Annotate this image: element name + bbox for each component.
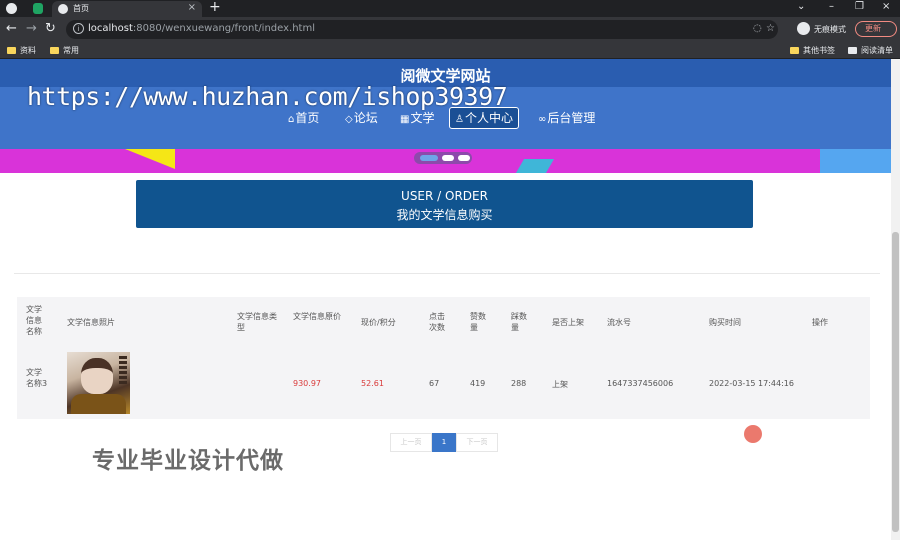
banner-title-cn: 我的文学信息购买 (396, 208, 493, 222)
cell-original-price: 930.97 (293, 379, 321, 388)
overlay-ad-text: 专业毕业设计代做 (92, 448, 284, 474)
minimize-icon[interactable]: – (829, 1, 834, 12)
col-header-on-shelf: 是否上架 (552, 318, 584, 327)
home-icon: ⌂ (288, 114, 295, 125)
pager-prev-button[interactable]: 上一页 (390, 433, 432, 452)
pinned-tab-sheets-icon[interactable] (33, 3, 43, 14)
divider (14, 273, 880, 274)
col-header-photo: 文学信息照片 (67, 318, 115, 327)
browser-tab-strip: 首页 × + ⌄ – ❐ × (0, 0, 900, 17)
tab-list-chevron-icon[interactable]: ⌄ (797, 1, 805, 12)
star-bookmark-icon[interactable]: ☆ (766, 23, 775, 34)
nav-item-admin[interactable]: ∞后台管理 (533, 107, 600, 129)
browser-tab-active[interactable]: 首页 × (52, 1, 202, 17)
cell-serial: 1647337456006 (607, 379, 674, 388)
page-viewport: 阅微文学网站 https://www.huzhan.com/ishop39397… (0, 59, 891, 540)
order-table: 文学信息名称 文学信息照片 文学信息类型 文学信息原价 现价/积分 点击次数 赞… (17, 297, 870, 443)
bookmark-folder[interactable]: 常用 (50, 45, 79, 56)
address-toolbar: ← → ↻ i localhost:8080/wenxuewang/front/… (0, 17, 900, 42)
bookmark-folder-other[interactable]: 其他书签 (790, 45, 835, 56)
user-icon: ♙ (455, 114, 464, 125)
folder-icon (7, 47, 16, 54)
url-input[interactable]: i localhost:8080/wenxuewang/front/index.… (66, 20, 778, 39)
banner-title-en: USER / ORDER (401, 189, 488, 203)
close-icon[interactable]: × (188, 2, 196, 13)
col-header-clicks: 点击次数 (429, 312, 445, 332)
carousel-indicators (414, 152, 472, 164)
col-header-action: 操作 (812, 318, 828, 327)
incognito-label: 无痕模式 (814, 25, 846, 34)
nav-item-home[interactable]: ⌂首页 (283, 107, 324, 129)
tab-title: 首页 (73, 4, 89, 13)
cell-dislikes: 288 (511, 379, 527, 388)
tag-icon: ◇ (345, 114, 353, 125)
url-text: localhost:8080/wenxuewang/front/index.ht… (88, 23, 315, 34)
nav-item-user-center[interactable]: ♙个人中心 (449, 107, 519, 129)
cell-purchase-time: 2022-03-15 17:44:16 (709, 379, 794, 388)
col-header-original-price: 文学信息原价 (293, 312, 341, 321)
link-icon: ∞ (538, 114, 547, 125)
tab-search-icon[interactable] (6, 3, 17, 14)
cover-title-strip (119, 356, 127, 386)
col-header-type: 文学信息类型 (237, 312, 277, 332)
globe-icon (58, 4, 68, 14)
cell-clicks: 67 (429, 379, 440, 388)
decor-yellow-shape (125, 149, 175, 169)
reload-icon[interactable]: ↻ (45, 21, 56, 36)
forward-arrow-icon[interactable]: → (26, 21, 37, 36)
bookmark-folder[interactable]: 资料 (7, 45, 36, 56)
section-banner: USER / ORDER 我的文学信息购买 (136, 180, 753, 228)
nav-item-literature[interactable]: ▦文学 (395, 107, 439, 129)
window-close-icon[interactable]: × (882, 1, 890, 12)
cover-coat (71, 394, 126, 414)
cell-name: 文学名称3 (26, 368, 48, 388)
col-header-purchase-time: 购买时间 (709, 318, 741, 327)
site-info-icon[interactable]: i (73, 23, 84, 34)
back-arrow-icon[interactable]: ← (6, 21, 17, 36)
folder-icon (50, 47, 59, 54)
update-button[interactable]: 更新 (855, 21, 897, 37)
col-header-name: 文学信息名称 (26, 305, 42, 336)
pager-page-1[interactable]: 1 (432, 433, 456, 452)
col-header-price-points: 现价/积分 (361, 318, 396, 327)
eye-off-icon[interactable]: ◌ (753, 23, 762, 34)
decor-blue-shape (820, 149, 891, 173)
grid-icon: ▦ (400, 114, 410, 125)
cell-on-shelf: 上架 (552, 380, 568, 389)
mouse-cursor-highlight (744, 425, 762, 443)
reading-list[interactable]: 阅读清单 (848, 45, 893, 56)
cover-face (81, 358, 113, 394)
nav-item-forum[interactable]: ◇论坛 (340, 107, 383, 129)
col-header-serial: 流水号 (607, 318, 631, 327)
carousel-dot-2[interactable] (442, 155, 454, 161)
reading-list-icon (848, 47, 857, 54)
page-scrollbar[interactable] (891, 59, 900, 540)
col-header-dislikes: 踩数量 (511, 312, 527, 332)
restore-icon[interactable]: ❐ (855, 1, 864, 12)
carousel-dot-1[interactable] (420, 155, 438, 161)
cell-price-points: 52.61 (361, 379, 384, 388)
scrollbar-thumb[interactable] (892, 232, 899, 532)
pager-next-button[interactable]: 下一页 (456, 433, 498, 452)
carousel-dot-3[interactable] (458, 155, 470, 161)
col-header-likes: 赞数量 (470, 312, 486, 332)
book-cover-image (67, 352, 130, 414)
new-tab-plus-icon[interactable]: + (209, 0, 221, 15)
bookmarks-bar: 资料 常用 其他书签 阅读清单 (0, 42, 900, 59)
cell-likes: 419 (470, 379, 486, 388)
incognito-icon[interactable] (797, 22, 810, 35)
hero-header: 阅微文学网站 https://www.huzhan.com/ishop39397… (0, 59, 891, 173)
folder-icon (790, 47, 799, 54)
